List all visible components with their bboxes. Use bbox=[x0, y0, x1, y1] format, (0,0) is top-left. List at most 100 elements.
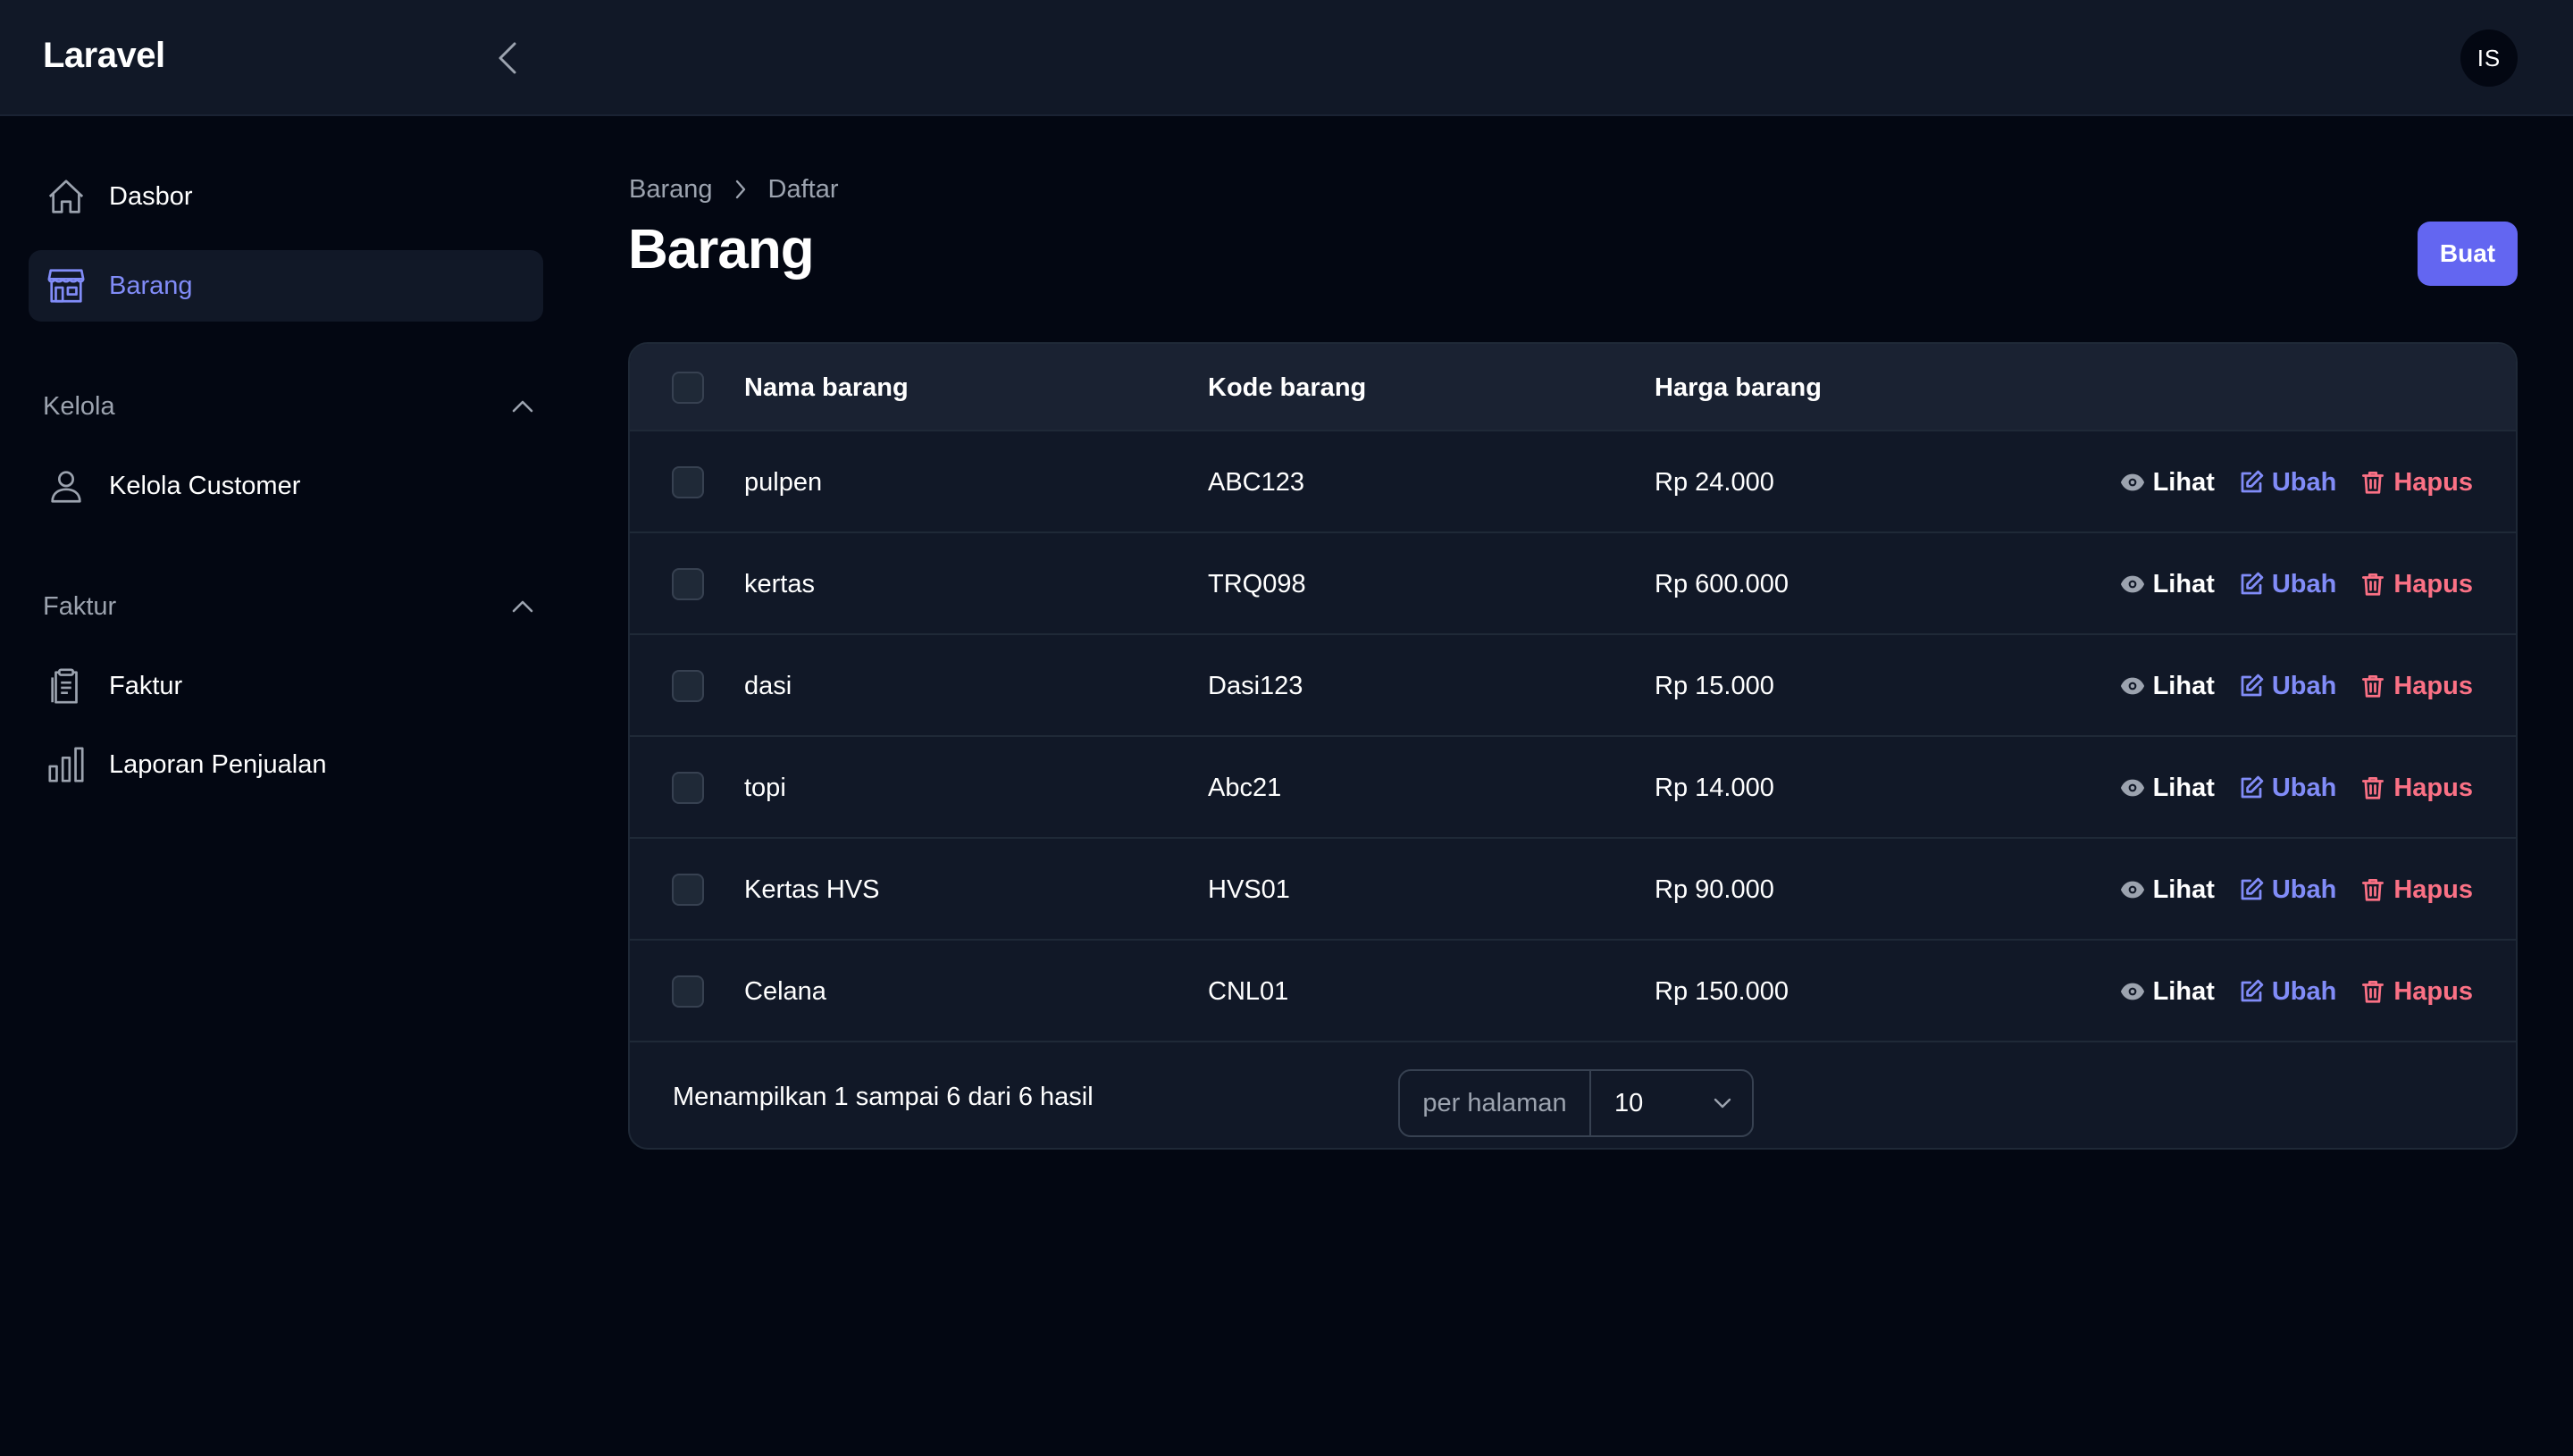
edit-label: Ubah bbox=[2271, 467, 2337, 497]
sidebar-item-barang[interactable]: Barang bbox=[29, 250, 543, 322]
pencil-square-icon bbox=[2241, 979, 2264, 1002]
sidebar-item-label: Laporan Penjualan bbox=[109, 749, 327, 779]
sidebar-item-label: Faktur bbox=[109, 671, 183, 700]
edit-action[interactable]: Ubah bbox=[2238, 976, 2337, 1007]
cell-name: topi bbox=[744, 773, 786, 802]
view-action[interactable]: Lihat bbox=[2119, 672, 2215, 701]
row-checkbox[interactable] bbox=[672, 874, 704, 906]
cell-name: Kertas HVS bbox=[744, 874, 880, 904]
group-label: Kelola bbox=[43, 391, 115, 421]
row-actions: Lihat Ubah Hapus bbox=[2096, 431, 2473, 533]
sidebar-item-label: Dasbor bbox=[109, 181, 193, 211]
edit-label: Ubah bbox=[2271, 569, 2337, 598]
cell-code: HVS01 bbox=[1208, 874, 1290, 904]
view-label: Lihat bbox=[2152, 773, 2215, 802]
edit-label: Ubah bbox=[2271, 976, 2337, 1006]
eye-icon bbox=[2120, 473, 2144, 491]
row-checkbox[interactable] bbox=[672, 975, 704, 1008]
group-kelola-toggle[interactable]: Kelola bbox=[43, 384, 534, 429]
pencil-square-icon bbox=[2241, 775, 2264, 799]
cell-name: Celana bbox=[744, 976, 826, 1006]
eye-icon bbox=[2120, 983, 2144, 1000]
breadcrumb-link-barang[interactable]: Barang bbox=[629, 175, 713, 205]
delete-action[interactable]: Hapus bbox=[2359, 672, 2473, 701]
delete-label: Hapus bbox=[2393, 467, 2473, 497]
row-actions: Lihat Ubah Hapus bbox=[2096, 737, 2473, 839]
trash-icon bbox=[2362, 879, 2384, 901]
edit-label: Ubah bbox=[2271, 773, 2337, 802]
table-row[interactable]: kertas TRQ098 Rp 600.000 Lihat Ubah Hapus bbox=[630, 533, 2516, 635]
column-header-price[interactable]: Harga barang bbox=[1655, 344, 1822, 431]
edit-action[interactable]: Ubah bbox=[2238, 569, 2337, 599]
breadcrumb: Barang Daftar bbox=[629, 170, 839, 209]
delete-label: Hapus bbox=[2393, 569, 2473, 598]
results-summary: Menampilkan 1 sampai 6 dari 6 hasil bbox=[673, 1082, 1094, 1111]
table-row[interactable]: Celana CNL01 Rp 150.000 Lihat Ubah Hapus bbox=[630, 941, 2516, 1042]
clipboard-icon bbox=[45, 665, 88, 707]
column-header-name[interactable]: Nama barang bbox=[744, 344, 909, 431]
edit-action[interactable]: Ubah bbox=[2238, 875, 2336, 905]
pencil-square-icon bbox=[2241, 674, 2264, 697]
eye-icon bbox=[2120, 677, 2144, 695]
sidebar-item-laporan-penjualan[interactable]: Laporan Penjualan bbox=[29, 729, 543, 800]
delete-label: Hapus bbox=[2393, 874, 2473, 904]
cell-name: pulpen bbox=[744, 467, 823, 497]
group-label: Faktur bbox=[43, 591, 117, 621]
sidebar-item-faktur[interactable]: Faktur bbox=[29, 650, 543, 722]
sidebar-item-dasbor[interactable]: Dasbor bbox=[29, 161, 543, 232]
delete-action[interactable]: Hapus bbox=[2359, 977, 2473, 1007]
chevron-up-icon bbox=[512, 400, 533, 413]
sidebar-item-label: Barang bbox=[109, 271, 193, 300]
sidebar-item-label: Kelola Customer bbox=[109, 471, 301, 500]
brand-logo[interactable]: Laravel bbox=[43, 36, 165, 76]
collapse-sidebar-button[interactable] bbox=[490, 38, 525, 78]
table-row[interactable]: dasi Dasi123 Rp 15.000 Lihat Ubah Hapus bbox=[630, 635, 2516, 737]
row-checkbox[interactable] bbox=[672, 772, 704, 804]
table-row[interactable]: pulpen ABC123 Rp 24.000 Lihat Ubah Hapus bbox=[630, 431, 2516, 533]
page-title: Barang bbox=[628, 219, 815, 280]
edit-action[interactable]: Ubah bbox=[2238, 467, 2337, 498]
row-checkbox[interactable] bbox=[672, 466, 704, 498]
eye-icon bbox=[2120, 779, 2144, 797]
data-table: Nama barang Kode barang Harga barang pul… bbox=[628, 342, 2518, 1150]
edit-action[interactable]: Ubah bbox=[2238, 672, 2336, 701]
sidebar-item-kelola-customer[interactable]: Kelola Customer bbox=[29, 450, 543, 522]
per-page-value: 10 bbox=[1614, 1088, 1644, 1117]
group-faktur-toggle[interactable]: Faktur bbox=[43, 584, 534, 629]
delete-action[interactable]: Hapus bbox=[2359, 570, 2473, 599]
per-page-label: per halaman bbox=[1400, 1071, 1591, 1135]
delete-action[interactable]: Hapus bbox=[2359, 875, 2473, 905]
view-action[interactable]: Lihat bbox=[2119, 774, 2215, 803]
cell-price: Rp 90.000 bbox=[1655, 874, 1774, 904]
storefront-icon bbox=[45, 264, 88, 307]
per-page-select[interactable]: 10 bbox=[1591, 1071, 1752, 1135]
table-row[interactable]: Kertas HVS HVS01 Rp 90.000 Lihat Ubah Hapus bbox=[630, 839, 2516, 941]
delete-action[interactable]: Hapus bbox=[2359, 774, 2473, 803]
cell-code: ABC123 bbox=[1208, 467, 1305, 497]
row-checkbox[interactable] bbox=[672, 670, 704, 702]
view-action[interactable]: Lihat bbox=[2119, 977, 2215, 1007]
pencil-square-icon bbox=[2241, 877, 2264, 900]
trash-icon bbox=[2362, 472, 2384, 494]
row-checkbox[interactable] bbox=[672, 568, 704, 600]
edit-action[interactable]: Ubah bbox=[2238, 773, 2337, 803]
table-footer: Menampilkan 1 sampai 6 dari 6 hasil per … bbox=[630, 1042, 2516, 1148]
view-action[interactable]: Lihat bbox=[2119, 570, 2215, 599]
chevron-up-icon bbox=[512, 600, 533, 613]
user-avatar[interactable]: IS bbox=[2460, 29, 2518, 87]
row-actions: Lihat Ubah Hapus bbox=[2096, 941, 2473, 1042]
cell-price: Rp 150.000 bbox=[1655, 976, 1789, 1006]
delete-action[interactable]: Hapus bbox=[2359, 468, 2473, 498]
user-icon bbox=[45, 464, 88, 507]
view-action[interactable]: Lihat bbox=[2119, 468, 2215, 498]
cell-code: Abc21 bbox=[1208, 773, 1282, 802]
cell-code: TRQ098 bbox=[1208, 569, 1306, 598]
pencil-square-icon bbox=[2241, 572, 2264, 595]
view-action[interactable]: Lihat bbox=[2119, 875, 2215, 905]
row-actions: Lihat Ubah Hapus bbox=[2096, 839, 2473, 941]
view-label: Lihat bbox=[2152, 874, 2215, 904]
column-header-code[interactable]: Kode barang bbox=[1208, 344, 1366, 431]
create-button[interactable]: Buat bbox=[2418, 222, 2518, 286]
table-row[interactable]: topi Abc21 Rp 14.000 Lihat Ubah Hapus bbox=[630, 737, 2516, 839]
select-all-checkbox[interactable] bbox=[672, 372, 704, 404]
